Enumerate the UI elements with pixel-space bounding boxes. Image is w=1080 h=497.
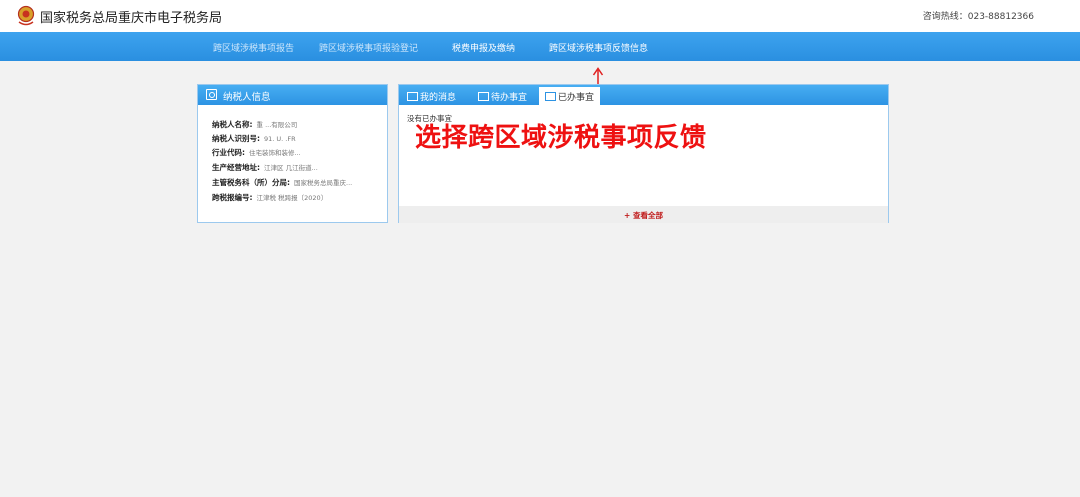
tax-bureau-emblem-icon bbox=[17, 5, 35, 26]
cross-region-number-row: 跨税报编号: 江津税 税跨报〔2020〕 bbox=[212, 193, 328, 202]
todo-icon bbox=[478, 92, 489, 101]
message-icon bbox=[407, 92, 418, 101]
taxpayer-info-header: 纳税人信息 bbox=[198, 85, 387, 105]
messages-tabbar: 我的消息 待办事宜 已办事宜 bbox=[399, 85, 888, 105]
taxpayer-info-title: 纳税人信息 bbox=[223, 92, 271, 103]
id-card-icon bbox=[206, 89, 217, 100]
nav-cross-region-registration[interactable]: 跨区域涉税事项报验登记 bbox=[319, 41, 418, 54]
instruction-annotation: 选择跨区域涉税事项反馈 bbox=[415, 123, 707, 153]
tab-todo[interactable]: 待办事宜 bbox=[478, 90, 527, 108]
taxpayer-info-panel: 纳税人信息 纳税人名称: 重 ...有限公司 纳税人识别号: 91. U. .FR … bbox=[197, 84, 388, 223]
checked-icon bbox=[545, 92, 556, 101]
taxpayer-name-row: 纳税人名称: 重 ...有限公司 bbox=[212, 120, 298, 129]
industry-code-row: 行业代码: 住宅装饰和装修... bbox=[212, 148, 301, 157]
messages-panel: 我的消息 待办事宜 已办事宜 没有已办事宜 选择跨区域涉税事项反馈 + 查看全部 bbox=[398, 84, 889, 223]
taxpayer-id-row: 纳税人识别号: 91. U. .FR bbox=[212, 134, 296, 143]
tab-done[interactable]: 已办事宜 bbox=[539, 87, 601, 105]
hotline-text: 咨询热线：023-88812366 bbox=[922, 12, 1034, 22]
nav-cross-region-report[interactable]: 跨区域涉税事项报告 bbox=[213, 41, 294, 54]
nav-cross-region-feedback[interactable]: 跨区域涉税事项反馈信息 bbox=[549, 41, 648, 54]
nav-tax-declaration-payment[interactable]: 税费申报及缴纳 bbox=[452, 41, 515, 54]
business-address-row: 生产经营地址: 江津区 几江街道... bbox=[212, 163, 318, 172]
tax-office-row: 主管税务科（所）分局: 国家税务总局重庆... bbox=[212, 178, 353, 187]
site-title: 国家税务总局重庆市电子税务局 bbox=[40, 11, 223, 26]
top-header: 国家税务总局重庆市电子税务局 咨询热线：023-88812366 bbox=[0, 0, 1080, 32]
main-nav: 跨区域涉税事项报告 跨区域涉税事项报验登记 税费申报及缴纳 跨区域涉税事项反馈信… bbox=[0, 32, 1080, 61]
view-all-link[interactable]: + 查看全部 bbox=[399, 206, 888, 223]
tab-my-messages[interactable]: 我的消息 bbox=[407, 90, 456, 108]
